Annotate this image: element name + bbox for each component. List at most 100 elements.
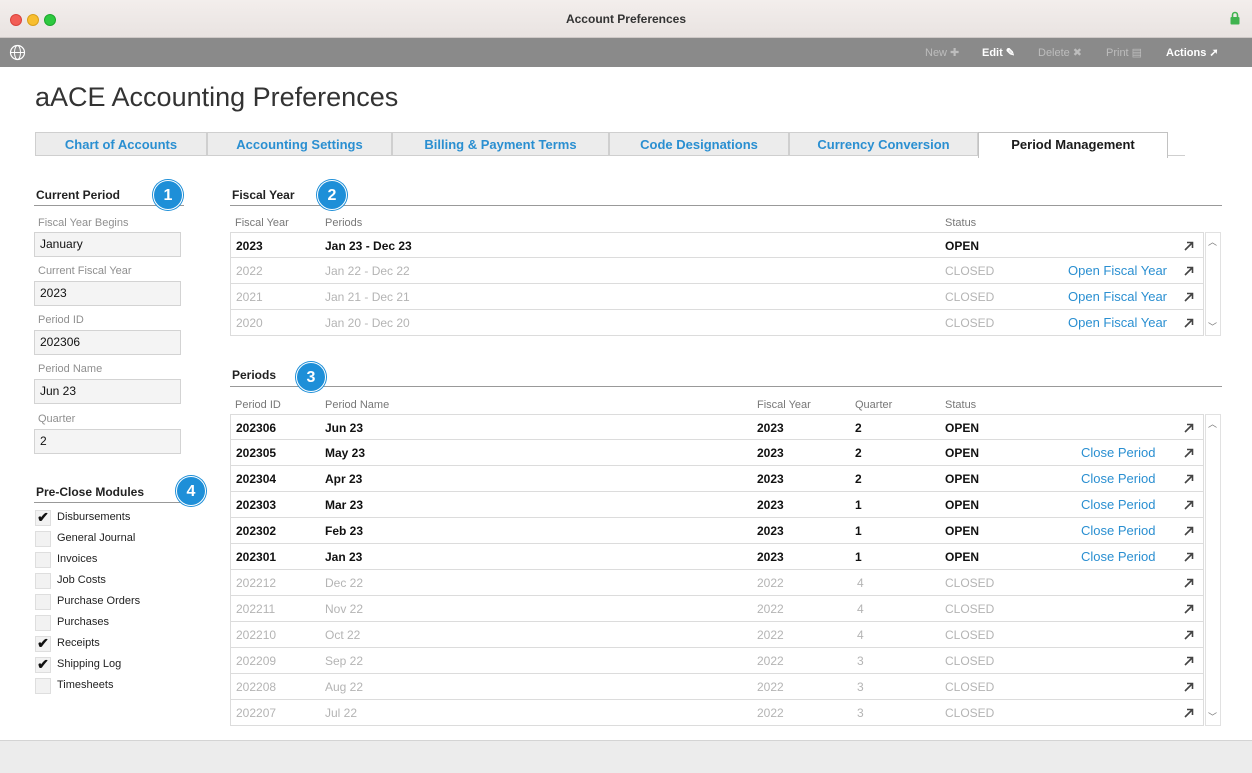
- scroll-up-icon[interactable]: ︿: [1208, 417, 1217, 430]
- checkbox[interactable]: ✔: [35, 510, 51, 526]
- tab-billing-payment-terms[interactable]: Billing & Payment Terms: [392, 132, 609, 156]
- goto-arrow-icon[interactable]: [1183, 603, 1195, 615]
- col-header-period-id: Period ID: [235, 399, 281, 411]
- quarter-cell: 1: [855, 524, 862, 538]
- close-period-link[interactable]: Close Period: [1081, 471, 1155, 486]
- goto-arrow-icon[interactable]: [1183, 499, 1195, 511]
- period-row[interactable]: 202304 Apr 23 2023 2 OPEN Close Period: [230, 466, 1204, 492]
- tab-chart-of-accounts[interactable]: Chart of Accounts: [35, 132, 207, 156]
- goto-arrow-icon[interactable]: [1183, 422, 1195, 434]
- goto-arrow-icon[interactable]: [1183, 473, 1195, 485]
- col-header-quarter: Quarter: [855, 399, 893, 411]
- period-id-field[interactable]: 202306: [34, 330, 181, 355]
- period-row[interactable]: 202301 Jan 23 2023 1 OPEN Close Period: [230, 544, 1204, 570]
- fiscal-year-row[interactable]: 2021 Jan 21 - Dec 21 CLOSED Open Fiscal …: [230, 284, 1204, 310]
- checkbox[interactable]: ✔: [35, 657, 51, 673]
- new-button[interactable]: New ✚: [925, 46, 959, 59]
- fiscal-year-row[interactable]: 2023 Jan 23 - Dec 23 OPEN: [230, 232, 1204, 258]
- period-row[interactable]: 202212 Dec 22 2022 4 CLOSED: [230, 570, 1204, 596]
- goto-arrow-icon[interactable]: [1183, 707, 1195, 719]
- callout-badge-4: 4: [176, 476, 206, 506]
- status-cell: CLOSED: [945, 290, 995, 304]
- fiscal-year-begins-field[interactable]: January: [34, 232, 181, 257]
- fiscal-year-cell: 2023: [757, 421, 784, 435]
- open-fiscal-year-link[interactable]: Open Fiscal Year: [1068, 315, 1167, 330]
- goto-arrow-icon[interactable]: [1183, 655, 1195, 667]
- print-button[interactable]: Print ▤: [1106, 46, 1142, 59]
- period-row[interactable]: 202302 Feb 23 2023 1 OPEN Close Period: [230, 518, 1204, 544]
- actions-button[interactable]: Actions ➚: [1166, 46, 1219, 59]
- toolbar: New ✚ Edit ✎ Delete ✖ Print ▤ Actions ➚: [0, 38, 1252, 67]
- goto-arrow-icon[interactable]: [1183, 240, 1195, 252]
- periods-scrollbar[interactable]: ︿ ﹀: [1205, 414, 1221, 726]
- edit-button[interactable]: Edit ✎: [982, 46, 1015, 59]
- current-fiscal-year-field[interactable]: 2023: [34, 281, 181, 306]
- delete-button[interactable]: Delete ✖: [1038, 46, 1082, 59]
- quarter-cell: 1: [855, 498, 862, 512]
- goto-arrow-icon[interactable]: [1183, 447, 1195, 459]
- period-row[interactable]: 202210 Oct 22 2022 4 CLOSED: [230, 622, 1204, 648]
- current-period-title: Current Period: [36, 188, 121, 202]
- tab-accounting-settings[interactable]: Accounting Settings: [207, 132, 392, 156]
- goto-arrow-icon[interactable]: [1183, 681, 1195, 693]
- print-label: Print: [1106, 47, 1129, 59]
- period-id-cell: 202305: [236, 446, 277, 460]
- period-row[interactable]: 202208 Aug 22 2022 3 CLOSED: [230, 674, 1204, 700]
- tab-period-management[interactable]: Period Management: [978, 132, 1168, 158]
- open-fiscal-year-link[interactable]: Open Fiscal Year: [1068, 263, 1167, 278]
- checkbox[interactable]: [35, 678, 51, 694]
- checkbox[interactable]: [35, 552, 51, 568]
- checkbox[interactable]: ✔: [35, 636, 51, 652]
- quarter-cell: 4: [857, 628, 864, 642]
- period-row[interactable]: 202303 Mar 23 2023 1 OPEN Close Period: [230, 492, 1204, 518]
- module-label: General Journal: [57, 532, 136, 544]
- close-period-link[interactable]: Close Period: [1081, 497, 1155, 512]
- fiscal-year-row[interactable]: 2020 Jan 20 - Dec 20 CLOSED Open Fiscal …: [230, 310, 1204, 336]
- callout-badge-2: 2: [317, 180, 347, 210]
- globe-icon[interactable]: [9, 44, 26, 61]
- close-period-link[interactable]: Close Period: [1081, 549, 1155, 564]
- period-name-field[interactable]: Jun 23: [34, 379, 181, 404]
- quarter-field[interactable]: 2: [34, 429, 181, 454]
- goto-arrow-icon[interactable]: [1183, 577, 1195, 589]
- period-row[interactable]: 202305 May 23 2023 2 OPEN Close Period: [230, 440, 1204, 466]
- module-label: Purchase Orders: [57, 595, 141, 607]
- printer-icon: ▤: [1131, 47, 1143, 59]
- period-id-cell: 202207: [236, 706, 277, 720]
- quarter-cell: 2: [855, 446, 862, 460]
- fiscal-year-cell: 2023: [757, 550, 784, 564]
- goto-arrow-icon[interactable]: [1183, 265, 1195, 277]
- goto-arrow-icon[interactable]: [1183, 317, 1195, 329]
- tab-currency-conversion[interactable]: Currency Conversion: [789, 132, 978, 156]
- fiscal-year-row[interactable]: 2022 Jan 22 - Dec 22 CLOSED Open Fiscal …: [230, 258, 1204, 284]
- goto-arrow-icon[interactable]: [1183, 629, 1195, 641]
- goto-arrow-icon[interactable]: [1183, 291, 1195, 303]
- checkbox[interactable]: [35, 615, 51, 631]
- checkbox[interactable]: [35, 594, 51, 610]
- fiscal-year-cell: 2022: [757, 628, 784, 642]
- goto-arrow-icon[interactable]: [1183, 551, 1195, 563]
- period-row[interactable]: 202211 Nov 22 2022 4 CLOSED: [230, 596, 1204, 622]
- period-row[interactable]: 202209 Sep 22 2022 3 CLOSED: [230, 648, 1204, 674]
- col-header-fiscal-year: Fiscal Year: [235, 217, 289, 229]
- fiscal-year-title: Fiscal Year: [232, 188, 295, 202]
- checkbox[interactable]: [35, 531, 51, 547]
- edit-label: Edit: [982, 47, 1003, 59]
- scroll-up-icon[interactable]: ︿: [1208, 235, 1217, 248]
- period-row[interactable]: 202207 Jul 22 2022 3 CLOSED: [230, 700, 1204, 726]
- scroll-down-icon[interactable]: ﹀: [1208, 710, 1217, 723]
- period-row[interactable]: 202306 Jun 23 2023 2 OPEN: [230, 414, 1204, 440]
- module-label: Invoices: [57, 553, 98, 565]
- tab-code-designations[interactable]: Code Designations: [609, 132, 789, 156]
- open-fiscal-year-link[interactable]: Open Fiscal Year: [1068, 289, 1167, 304]
- status-cell: OPEN: [945, 498, 980, 512]
- tab-divider: [35, 155, 978, 156]
- lock-icon: [1230, 11, 1240, 25]
- col-header-status: Status: [945, 217, 977, 229]
- fiscal-year-scrollbar[interactable]: ︿ ﹀: [1205, 232, 1221, 336]
- close-period-link[interactable]: Close Period: [1081, 523, 1155, 538]
- scroll-down-icon[interactable]: ﹀: [1208, 320, 1217, 333]
- goto-arrow-icon[interactable]: [1183, 525, 1195, 537]
- checkbox[interactable]: [35, 573, 51, 589]
- close-period-link[interactable]: Close Period: [1081, 445, 1155, 460]
